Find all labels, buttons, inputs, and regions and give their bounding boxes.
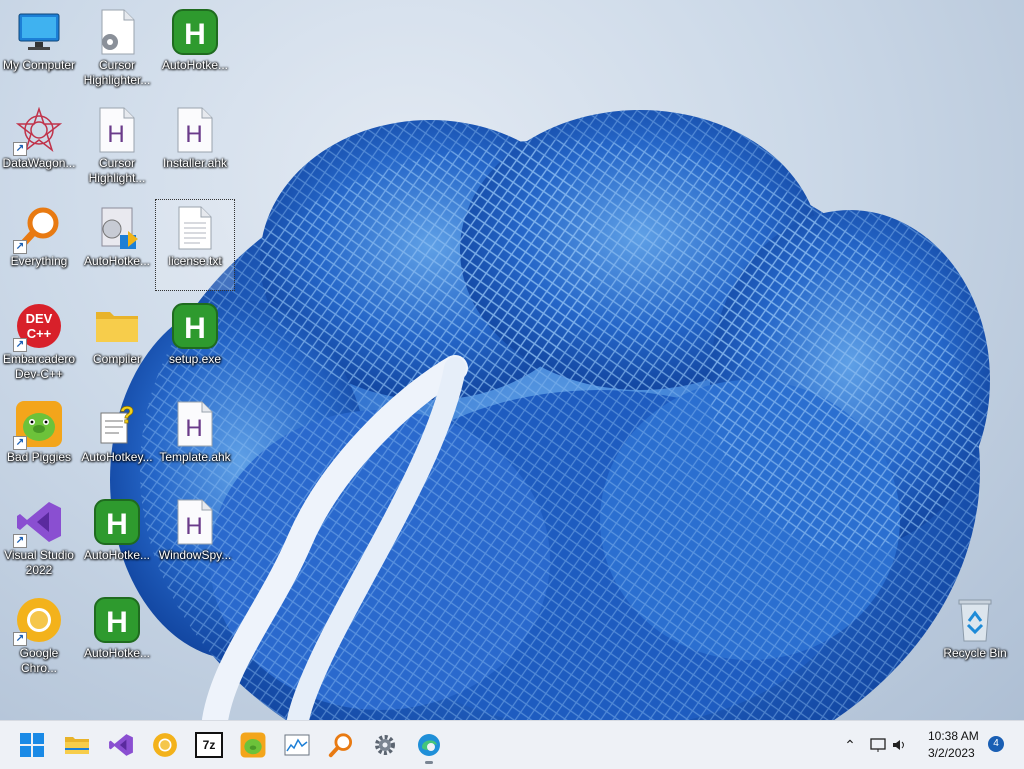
chrome-icon [153,733,177,757]
installer-icon [93,204,141,252]
desktop-icon-recycle-bin[interactable]: Recycle Bin [936,592,1014,682]
taskbar-file-explorer[interactable] [57,725,97,765]
taskbar-settings[interactable] [365,725,405,765]
desktop-icon-google-chrome[interactable]: ↗ Google Chro... [0,592,78,682]
svg-text:?: ? [120,402,135,429]
desktop-icon-setup-exe[interactable]: H setup.exe [156,298,234,388]
visual-studio-icon: ↗ [13,498,63,548]
shortcut-arrow-icon: ↗ [13,436,27,450]
shortcut-arrow-icon: ↗ [13,142,27,156]
settings-file-icon [93,8,141,56]
ahk-script-icon: H [171,400,219,448]
clock-time: 10:38 AM [928,729,979,743]
taskbar-7zip[interactable]: 7z [189,725,229,765]
taskbar-edge[interactable] [409,725,449,765]
taskbar-bad-piggies[interactable] [233,725,273,765]
desktop-icon-autohotkey-installer[interactable]: AutoHotke... [78,200,156,290]
taskbar-visual-studio[interactable] [101,725,141,765]
search-magnifier-icon [328,733,353,758]
desktop-icon-autohotkey-help[interactable]: ? AutoHotkey... [78,396,156,486]
visual-studio-icon [109,734,133,756]
text-file-icon [171,204,219,252]
windows-start-icon [20,733,44,757]
shortcut-arrow-icon: ↗ [13,534,27,548]
running-indicator [425,761,433,764]
ahk-script-icon: H [171,106,219,154]
desktop-icon-autohotkey-3[interactable]: H AutoHotke... [78,592,156,682]
devcpp-icon: DEV C++ ↗ [13,302,63,352]
show-hidden-icons-button[interactable]: ⌃ [835,725,865,765]
taskbar-chrome[interactable] [145,725,185,765]
datawagon-icon: ↗ [13,106,63,156]
recycle-bin-icon [951,596,999,644]
desktop-icon-template-ahk[interactable]: H Template.ahk [156,396,234,486]
svg-text:H: H [185,513,202,540]
shortcut-arrow-icon: ↗ [13,632,27,646]
network-volume-button[interactable] [866,725,910,765]
search-magnifier-icon: ↗ [13,204,63,254]
taskbar: 7z ⌃ 10:38 AM 3/2/2023 [0,720,1024,769]
ahk-script-icon: H [93,106,141,154]
clock[interactable]: 10:38 AM 3/2/2023 [920,727,984,763]
svg-text:DEV: DEV [26,311,53,326]
svg-text:C++: C++ [27,326,52,341]
taskbar-resource-monitor[interactable] [277,725,317,765]
start-button[interactable] [12,725,52,765]
desktop-icon-autohotkey-1[interactable]: H AutoHotke... [156,4,234,94]
bad-piggies-icon: ↗ [13,400,63,450]
desktop-icon-visual-studio[interactable]: ↗ Visual Studio 2022 [0,494,78,584]
seven-zip-icon: 7z [195,732,223,758]
desktop-icon-windowspy[interactable]: H WindowSpy... [156,494,234,584]
autohotkey-icon: H [93,498,141,546]
autohotkey-icon: H [171,8,219,56]
desktop-icon-my-computer[interactable]: My Computer [0,4,78,94]
desktop-icon-autohotkey-2[interactable]: H AutoHotke... [78,494,156,584]
svg-text:H: H [184,312,206,345]
bad-piggies-icon [240,732,266,758]
desktop-icon-everything[interactable]: ↗ Everything [0,200,78,290]
shortcut-arrow-icon: ↗ [13,240,27,254]
folder-icon [93,302,141,350]
desktop-icon-compiler-folder[interactable]: Compiler [78,298,156,388]
chart-icon [284,734,310,756]
taskbar-everything[interactable] [321,725,361,765]
edge-icon [418,734,440,756]
svg-text:H: H [106,508,128,541]
shortcut-arrow-icon: ↗ [13,338,27,352]
help-file-icon: ? [93,400,141,448]
chevron-up-icon: ⌃ [844,736,856,753]
network-icon [870,738,904,752]
desktop-icon-cursor-highlighter-settings[interactable]: Cursor Highlighter... [78,4,156,94]
gear-icon [375,735,395,755]
monitor-icon [15,8,63,56]
desktop-icon-cursor-highlight-ahk[interactable]: H Cursor Highlight... [78,102,156,192]
seven-zip-label: 7z [202,738,216,752]
svg-text:H: H [185,121,202,148]
svg-text:H: H [185,415,202,442]
desktop-icon-devcpp[interactable]: DEV C++ ↗ Embarcadero Dev-C++ [0,298,78,388]
clock-date: 3/2/2023 [928,746,975,760]
chrome-icon: ↗ [13,596,63,646]
ahk-script-icon: H [171,498,219,546]
svg-text:H: H [106,606,128,639]
desktop-icon-license-txt[interactable]: license.txt [155,199,235,291]
svg-text:H: H [107,121,124,148]
file-explorer-icon [65,737,89,754]
desktop-icon-datawagon[interactable]: ↗ DataWagon... [0,102,78,192]
notification-badge[interactable]: 4 [988,736,1004,752]
svg-text:H: H [184,18,206,51]
autohotkey-icon: H [171,302,219,350]
autohotkey-icon: H [93,596,141,644]
desktop-icon-installer-ahk[interactable]: H Installer.ahk [156,102,234,192]
desktop-icon-bad-piggies[interactable]: ↗ Bad Piggies [0,396,78,486]
desktop[interactable]: My Computer ↗ DataWagon... ↗ Everything [0,0,1024,720]
